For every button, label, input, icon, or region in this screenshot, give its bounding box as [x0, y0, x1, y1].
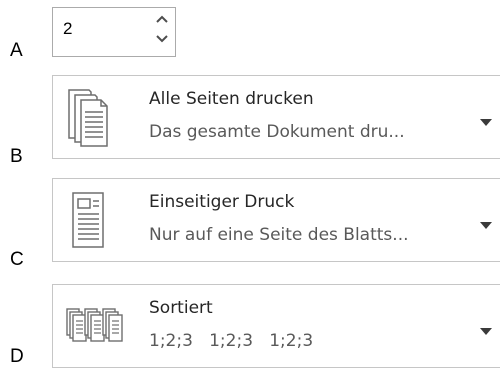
collation-subtitle: 1;2;3 1;2;3 1;2;3: [149, 331, 314, 351]
chevron-up-icon[interactable]: [153, 12, 171, 26]
dropdown-arrow-icon[interactable]: [480, 321, 492, 335]
print-sides-subtitle: Nur auf eine Seite des Blatts...: [149, 225, 409, 245]
dropdown-arrow-icon[interactable]: [480, 215, 492, 229]
label-a: A: [10, 40, 23, 61]
collation-dropdown[interactable]: Sortiert 1;2;3 1;2;3 1;2;3: [52, 284, 500, 368]
print-sides-title: Einseitiger Druck: [149, 192, 295, 212]
stacked-pages-icon: [65, 86, 129, 150]
copies-value[interactable]: 2: [63, 19, 72, 39]
print-pages-dropdown[interactable]: Alle Seiten drucken Das gesamte Dokument…: [52, 75, 500, 159]
print-sides-dropdown[interactable]: Einseitiger Druck Nur auf eine Seite des…: [52, 178, 500, 262]
copies-spinner[interactable]: 2: [52, 7, 176, 57]
chevron-down-icon[interactable]: [153, 32, 171, 46]
dropdown-arrow-icon[interactable]: [480, 112, 492, 126]
print-pages-subtitle: Das gesamte Dokument dru...: [149, 122, 405, 142]
single-sided-page-icon: [65, 189, 129, 253]
label-d: D: [10, 346, 24, 367]
print-pages-title: Alle Seiten drucken: [149, 89, 314, 109]
collation-title: Sortiert: [149, 298, 213, 318]
label-b: B: [10, 146, 23, 167]
label-c: C: [10, 249, 24, 270]
collated-pages-icon: [65, 293, 129, 357]
